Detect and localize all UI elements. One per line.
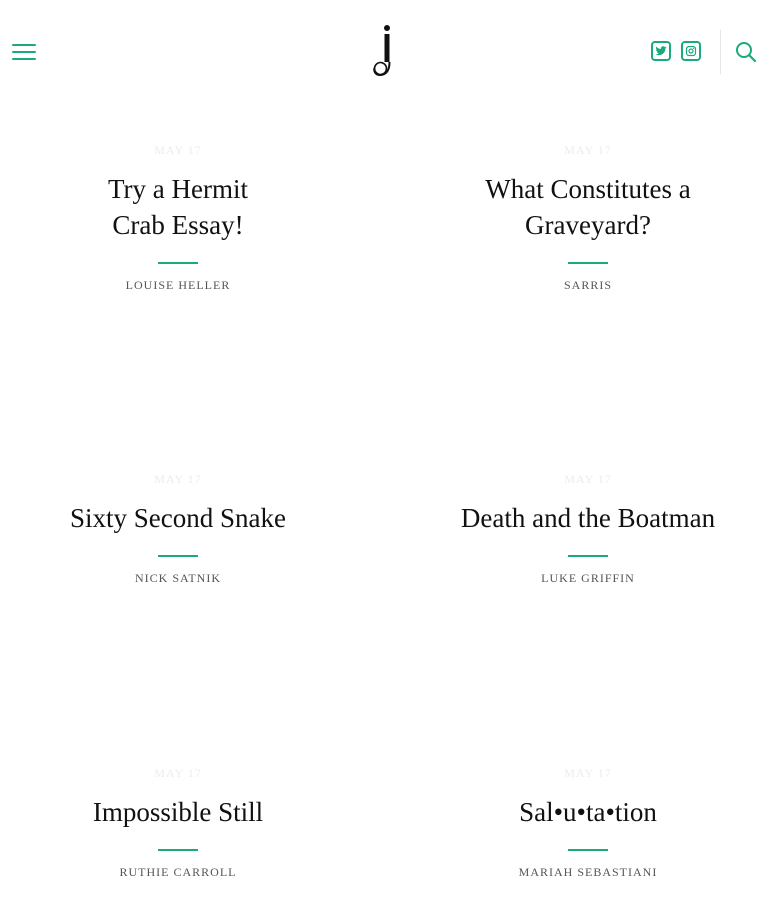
article-date: MAY 17 — [564, 143, 612, 157]
article-author[interactable]: SARRIS — [408, 278, 768, 293]
header-divider — [720, 30, 721, 74]
article-author[interactable]: NICK SATNIK — [0, 571, 358, 586]
title-divider — [158, 555, 198, 557]
article-date: MAY 17 — [564, 472, 612, 486]
title-divider — [568, 555, 608, 557]
hamburger-menu-icon[interactable] — [12, 44, 36, 62]
article-title[interactable]: Impossible Still — [0, 794, 358, 830]
site-logo[interactable] — [368, 22, 398, 80]
article-author[interactable]: LOUISE HELLER — [0, 278, 358, 293]
title-divider — [158, 262, 198, 264]
article-date: MAY 17 — [154, 766, 202, 780]
article-title[interactable]: Death and the Boatman — [408, 500, 768, 536]
article-date: MAY 17 — [154, 143, 202, 157]
site-header — [0, 0, 769, 105]
article-author[interactable]: MARIAH SEBASTIANI — [408, 865, 768, 880]
title-divider — [568, 262, 608, 264]
article-title[interactable]: Try a Hermit Crab Essay! — [88, 171, 268, 243]
article-title[interactable]: What Constitutes a Graveyard? — [468, 171, 708, 243]
twitter-icon[interactable] — [651, 41, 671, 61]
search-icon[interactable] — [735, 41, 757, 63]
article-date: MAY 17 — [564, 766, 612, 780]
article-author[interactable]: RUTHIE CARROLL — [0, 865, 358, 880]
title-divider — [158, 849, 198, 851]
article-title[interactable]: Sixty Second Snake — [0, 500, 358, 536]
article-author[interactable]: LUKE GRIFFIN — [408, 571, 768, 586]
article-date: MAY 17 — [154, 472, 202, 486]
article-title[interactable]: Sal•u•ta•tion — [408, 794, 768, 830]
instagram-icon[interactable] — [681, 41, 701, 61]
title-divider — [568, 849, 608, 851]
